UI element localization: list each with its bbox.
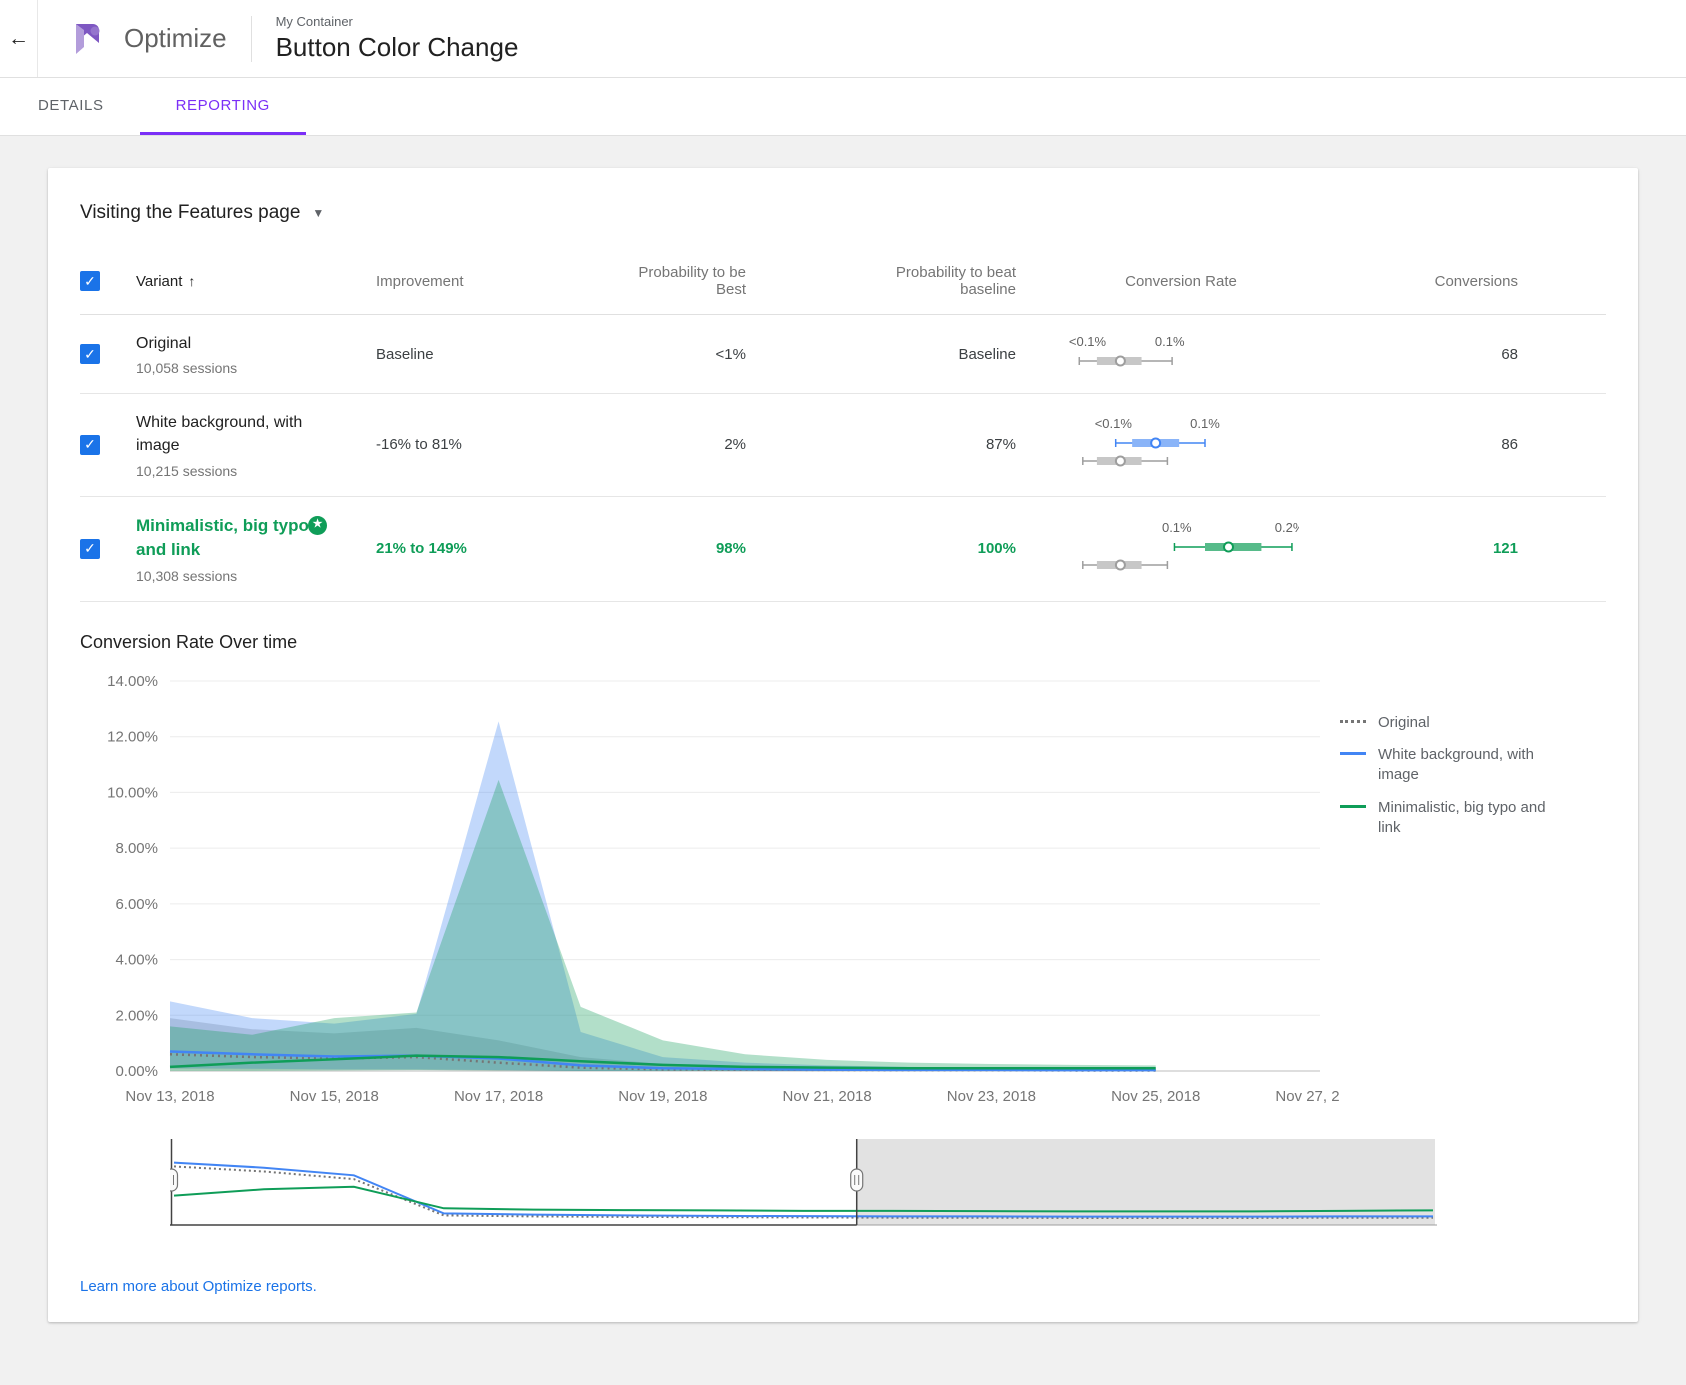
legend-label: White background, with image bbox=[1378, 745, 1558, 786]
tab-reporting[interactable]: REPORTING bbox=[140, 78, 306, 135]
row-checkbox[interactable]: ✓ bbox=[80, 539, 100, 559]
header-divider bbox=[251, 16, 252, 62]
tab-bar: DETAILS REPORTING bbox=[0, 78, 1686, 136]
conversion-rate-interval-plot: <0.1% 0.1% bbox=[1064, 334, 1299, 374]
chart-section-title: Conversion Rate Over time bbox=[80, 632, 1606, 653]
column-header-prob-beat: Probability to beat baseline bbox=[746, 264, 1016, 298]
app-name: Optimize bbox=[124, 23, 227, 54]
chart-area: 14.00% 12.00% 10.00% 8.00% 6.00% 4.00% 2.00% 0.… bbox=[80, 671, 1606, 1119]
chart-legend: Original White background, with image Mini… bbox=[1340, 671, 1580, 850]
conversion-rate-interval-plot: 0.1% 0.2% bbox=[1064, 520, 1299, 578]
svg-text:2.00%: 2.00% bbox=[115, 1007, 158, 1024]
objective-selector[interactable]: Visiting the Features page ▼ bbox=[80, 202, 324, 224]
legend-label: Original bbox=[1378, 713, 1430, 733]
conversions-value: 86 bbox=[1346, 436, 1606, 453]
conversions-value: 68 bbox=[1346, 346, 1606, 363]
svg-text:0.2%: 0.2% bbox=[1274, 520, 1298, 535]
svg-text:<0.1%: <0.1% bbox=[1068, 334, 1106, 349]
legend-swatch-icon bbox=[1340, 805, 1366, 808]
leader-star-icon: ★ bbox=[308, 516, 327, 535]
learn-more-link[interactable]: Learn more about Optimize reports. bbox=[80, 1278, 317, 1295]
conversion-chart-svg: 14.00% 12.00% 10.00% 8.00% 6.00% 4.00% 2.00% 0.… bbox=[80, 671, 1340, 1119]
legend-swatch-icon bbox=[1340, 720, 1366, 723]
prob-best-value: 98% bbox=[576, 540, 746, 557]
prob-beat-value: Baseline bbox=[746, 346, 1016, 363]
svg-text:0.00%: 0.00% bbox=[115, 1063, 158, 1080]
legend-swatch-icon bbox=[1340, 752, 1366, 755]
svg-text:0.1%: 0.1% bbox=[1154, 334, 1184, 349]
svg-text:0.1%: 0.1% bbox=[1161, 520, 1191, 535]
legend-label: Minimalistic, big typo and link bbox=[1378, 798, 1558, 839]
container-label: My Container bbox=[276, 14, 519, 29]
svg-text:Nov 23, 2018: Nov 23, 2018 bbox=[947, 1088, 1036, 1105]
legend-item: Original bbox=[1340, 713, 1580, 733]
improvement-value: 21% to 149% bbox=[376, 540, 576, 557]
timeline-brush[interactable] bbox=[170, 1137, 1437, 1238]
column-header-conversion-rate: Conversion Rate bbox=[1016, 273, 1346, 290]
svg-text:Nov 21, 2018: Nov 21, 2018 bbox=[783, 1088, 872, 1105]
legend-item: Minimalistic, big typo and link bbox=[1340, 798, 1580, 839]
optimize-logo-icon bbox=[68, 19, 108, 59]
title-block: My Container Button Color Change bbox=[276, 14, 519, 63]
column-header-prob-best: Probability to be Best bbox=[576, 264, 746, 298]
table-row: ✓ Minimalistic, big typo and link ★ 10,3… bbox=[80, 497, 1606, 602]
variant-name: Original bbox=[136, 332, 336, 355]
variant-sessions: 10,308 sessions bbox=[136, 568, 376, 584]
brush-handle[interactable] bbox=[170, 1139, 178, 1225]
objective-label: Visiting the Features page bbox=[80, 202, 300, 224]
sort-ascending-icon: ↑ bbox=[188, 273, 195, 289]
variant-sessions: 10,215 sessions bbox=[136, 463, 376, 479]
tab-details[interactable]: DETAILS bbox=[2, 78, 140, 135]
svg-text:14.00%: 14.00% bbox=[107, 673, 158, 690]
table-row: ✓ White background, with image 10,215 se… bbox=[80, 394, 1606, 496]
row-checkbox[interactable]: ✓ bbox=[80, 344, 100, 364]
improvement-value: -16% to 81% bbox=[376, 436, 576, 453]
svg-text:12.00%: 12.00% bbox=[107, 729, 158, 746]
svg-text:Nov 17, 2018: Nov 17, 2018 bbox=[454, 1088, 543, 1105]
page-title: Button Color Change bbox=[276, 32, 519, 63]
table-header: ✓ Variant ↑ Improvement Probability to b… bbox=[80, 258, 1606, 315]
svg-text:<0.1%: <0.1% bbox=[1094, 416, 1132, 431]
svg-text:Nov 27, 2018: Nov 27, 2018 bbox=[1275, 1088, 1340, 1105]
prob-beat-value: 100% bbox=[746, 540, 1016, 557]
svg-text:6.00%: 6.00% bbox=[115, 896, 158, 913]
column-header-improvement: Improvement bbox=[376, 273, 576, 290]
variant-sessions: 10,058 sessions bbox=[136, 360, 376, 376]
svg-text:8.00%: 8.00% bbox=[115, 840, 158, 857]
svg-text:10.00%: 10.00% bbox=[107, 784, 158, 801]
improvement-value: Baseline bbox=[376, 346, 576, 363]
back-button[interactable]: ← bbox=[0, 0, 38, 77]
legend-item: White background, with image bbox=[1340, 745, 1580, 786]
svg-text:0.1%: 0.1% bbox=[1190, 416, 1220, 431]
column-header-variant[interactable]: Variant ↑ bbox=[136, 273, 376, 290]
variant-name: White background, with image bbox=[136, 411, 336, 457]
column-header-conversions: Conversions bbox=[1346, 273, 1606, 290]
prob-best-value: 2% bbox=[576, 436, 746, 453]
svg-text:Nov 25, 2018: Nov 25, 2018 bbox=[1111, 1088, 1200, 1105]
conversion-rate-interval-plot: <0.1% 0.1% bbox=[1064, 416, 1299, 474]
svg-text:Nov 19, 2018: Nov 19, 2018 bbox=[618, 1088, 707, 1105]
row-checkbox[interactable]: ✓ bbox=[80, 435, 100, 455]
svg-text:Nov 13, 2018: Nov 13, 2018 bbox=[125, 1088, 214, 1105]
brush-svg[interactable] bbox=[170, 1137, 1437, 1233]
prob-beat-value: 87% bbox=[746, 436, 1016, 453]
table-row: ✓ Original 10,058 sessions Baseline <1% … bbox=[80, 315, 1606, 394]
svg-text:Nov 15, 2018: Nov 15, 2018 bbox=[290, 1088, 379, 1105]
prob-best-value: <1% bbox=[576, 346, 746, 363]
report-card: Visiting the Features page ▼ ✓ Variant ↑… bbox=[48, 168, 1638, 1322]
chevron-down-icon: ▼ bbox=[312, 206, 324, 220]
logo-area: Optimize bbox=[38, 19, 227, 59]
select-all-checkbox[interactable]: ✓ bbox=[80, 271, 100, 291]
top-bar: ← Optimize My Container Button Color Cha… bbox=[0, 0, 1686, 78]
conversions-value: 121 bbox=[1346, 540, 1606, 557]
svg-text:4.00%: 4.00% bbox=[115, 951, 158, 968]
back-arrow-icon: ← bbox=[8, 27, 29, 51]
variant-name: Minimalistic, big typo and link ★ bbox=[136, 514, 314, 563]
